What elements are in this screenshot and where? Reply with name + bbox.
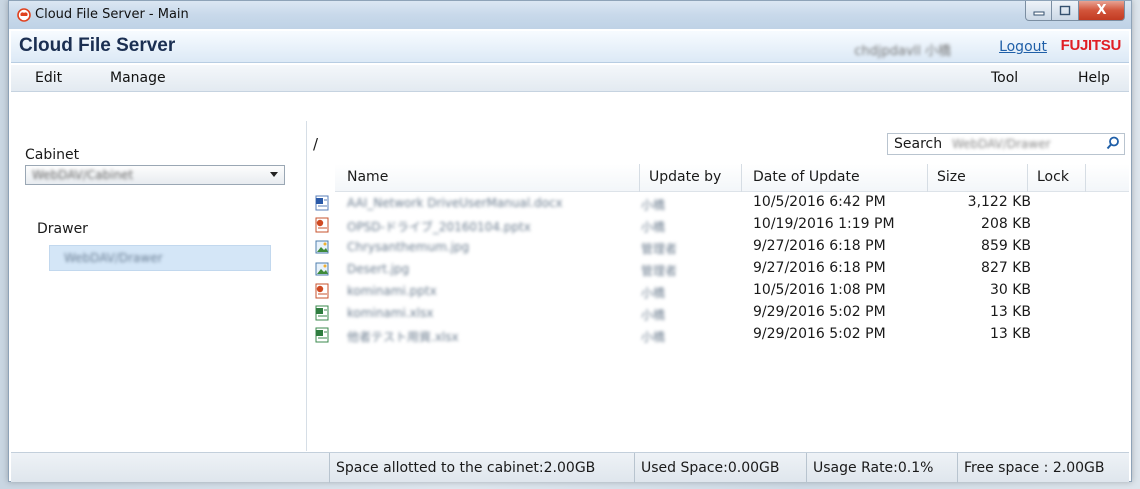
- window-controls: X: [1025, 1, 1125, 21]
- close-icon: X: [1096, 3, 1107, 18]
- file-update-by: 管理者: [641, 264, 678, 278]
- file-name[interactable]: AAI_Network DriveUserManual.docx: [347, 196, 563, 210]
- logout-link[interactable]: Logout: [999, 39, 1047, 55]
- file-date: 10/5/2016 6:42 PM: [753, 194, 886, 210]
- file-date: 9/27/2016 6:18 PM: [753, 238, 886, 254]
- powerpoint-icon: [315, 283, 329, 299]
- file-date: 10/5/2016 1:08 PM: [753, 282, 886, 298]
- file-name[interactable]: 他者テスト用資.xlsx: [347, 328, 459, 345]
- table-row[interactable]: Chrysanthemum.jpg 管理者 9/27/2016 6:18 PM 859…: [315, 236, 1129, 258]
- file-update-by: 小橋: [641, 330, 666, 344]
- column-header-name[interactable]: Name: [347, 169, 388, 185]
- table-row[interactable]: kominami.xlsx 小橋 9/29/2016 5:02 PM 13 KB: [315, 302, 1129, 324]
- table-header: Name Update by Date of Update Size Lock: [335, 164, 1129, 192]
- table-row[interactable]: AAI_Network DriveUserManual.docx 小橋 10/5/2…: [315, 192, 1129, 214]
- menu-bar: Edit Manage Tool Help: [11, 65, 1129, 92]
- status-bar: Space allotted to the cabinet:2.00GB Use…: [11, 452, 1129, 483]
- file-update-by: 小橋: [641, 308, 666, 322]
- user-name: chdjpdavll 小橋: [854, 44, 951, 59]
- search-box[interactable]: Search WebDAV/Drawer: [887, 133, 1125, 155]
- file-update-by: 小橋: [641, 286, 666, 300]
- column-divider[interactable]: [1085, 164, 1086, 192]
- drawer-item-label: WebDAV/Drawer: [64, 251, 163, 265]
- file-update-by: 小橋: [641, 220, 666, 234]
- table-body: AAI_Network DriveUserManual.docx 小橋 10/5/2…: [315, 192, 1129, 346]
- file-size: 3,122 KB: [967, 194, 1031, 210]
- column-divider[interactable]: [927, 164, 928, 192]
- menu-tool[interactable]: Tool: [991, 70, 1018, 86]
- file-date: 9/29/2016 5:02 PM: [753, 304, 886, 320]
- maximize-button[interactable]: [1052, 1, 1079, 21]
- column-header-update-by[interactable]: Update by: [649, 169, 721, 185]
- file-size: 859 KB: [981, 238, 1031, 254]
- file-date: 10/19/2016 1:19 PM: [753, 216, 895, 232]
- app-icon: [17, 8, 31, 22]
- file-table: Name Update by Date of Update Size Lock …: [315, 164, 1129, 346]
- menu-help[interactable]: Help: [1078, 70, 1110, 86]
- powerpoint-icon: [315, 217, 329, 233]
- drawer-item-selected[interactable]: WebDAV/Drawer: [49, 245, 271, 271]
- image-icon: [315, 262, 329, 276]
- window-title: Cloud File Server - Main: [35, 7, 189, 22]
- sidebar: Cabinet WebDAV/Cabinet Drawer WebDAV/Dra…: [11, 121, 307, 451]
- app-header: Cloud File Server chdjpdavll 小橋 Logout F…: [9, 29, 1131, 92]
- table-row[interactable]: 他者テスト用資.xlsx 小橋 9/29/2016 5:02 PM 13 KB: [315, 324, 1129, 346]
- file-date: 9/27/2016 6:18 PM: [753, 260, 886, 276]
- drawer-label: Drawer: [37, 221, 88, 237]
- column-divider[interactable]: [639, 164, 640, 192]
- file-update-by: 管理者: [641, 242, 678, 256]
- cabinet-select-value: WebDAV/Cabinet: [32, 168, 134, 182]
- maximize-icon: [1059, 5, 1071, 16]
- file-name[interactable]: Desert.jpg: [347, 262, 409, 276]
- excel-icon: [315, 305, 329, 321]
- table-row[interactable]: Desert.jpg 管理者 9/27/2016 6:18 PM 827 KB: [315, 258, 1129, 280]
- file-name[interactable]: OPSD-ドライブ_20160104.pptx: [347, 218, 531, 235]
- file-list-panel: / Search WebDAV/Drawer Name Update by Da…: [307, 121, 1131, 451]
- word-doc-icon: [315, 195, 329, 211]
- app-window: Cloud File Server - Main X Cloud File Se…: [8, 0, 1132, 483]
- file-name[interactable]: Chrysanthemum.jpg: [347, 240, 469, 254]
- file-size: 208 KB: [981, 216, 1031, 232]
- file-size: 13 KB: [989, 304, 1031, 320]
- file-size: 13 KB: [989, 326, 1031, 342]
- column-header-date[interactable]: Date of Update: [753, 169, 860, 185]
- table-row[interactable]: kominami.pptx 小橋 10/5/2016 1:08 PM 30 KB: [315, 280, 1129, 302]
- fujitsu-logo: FUJITSU: [1060, 37, 1122, 54]
- column-header-lock[interactable]: Lock: [1037, 169, 1069, 185]
- file-size: 30 KB: [989, 282, 1031, 298]
- file-size: 827 KB: [981, 260, 1031, 276]
- title-bar[interactable]: Cloud File Server - Main X: [9, 1, 1131, 29]
- minimize-icon: [1033, 11, 1044, 15]
- table-row[interactable]: OPSD-ドライブ_20160104.pptx 小橋 10/19/2016 1:19…: [315, 214, 1129, 236]
- file-name[interactable]: kominami.pptx: [347, 284, 437, 298]
- status-free: Free space : 2.00GB: [957, 453, 1110, 483]
- header-band: Cloud File Server chdjpdavll 小橋 Logout F…: [11, 31, 1129, 63]
- column-divider[interactable]: [1027, 164, 1028, 192]
- excel-icon: [315, 327, 329, 343]
- chevron-down-icon: [270, 172, 278, 177]
- status-usage-rate: Usage Rate:0.1%: [806, 453, 939, 483]
- file-name[interactable]: kominami.xlsx: [347, 306, 433, 320]
- current-path: /: [313, 135, 319, 153]
- cabinet-select[interactable]: WebDAV/Cabinet: [25, 165, 285, 185]
- search-icon[interactable]: [1106, 136, 1120, 150]
- cabinet-label: Cabinet: [25, 147, 80, 163]
- image-icon: [315, 240, 329, 254]
- status-used: Used Space:0.00GB: [634, 453, 786, 483]
- column-header-size[interactable]: Size: [937, 169, 966, 185]
- file-update-by: 小橋: [641, 198, 666, 212]
- brand-title: Cloud File Server: [19, 35, 176, 56]
- minimize-button[interactable]: [1025, 1, 1052, 21]
- file-date: 9/29/2016 5:02 PM: [753, 326, 886, 342]
- status-allotted: Space allotted to the cabinet:2.00GB: [329, 453, 601, 483]
- search-label: Search: [894, 136, 943, 152]
- menu-manage[interactable]: Manage: [110, 70, 166, 86]
- search-scope: WebDAV/Drawer: [952, 137, 1051, 151]
- close-button[interactable]: X: [1079, 1, 1125, 21]
- column-divider[interactable]: [741, 164, 742, 192]
- menu-edit[interactable]: Edit: [35, 70, 62, 86]
